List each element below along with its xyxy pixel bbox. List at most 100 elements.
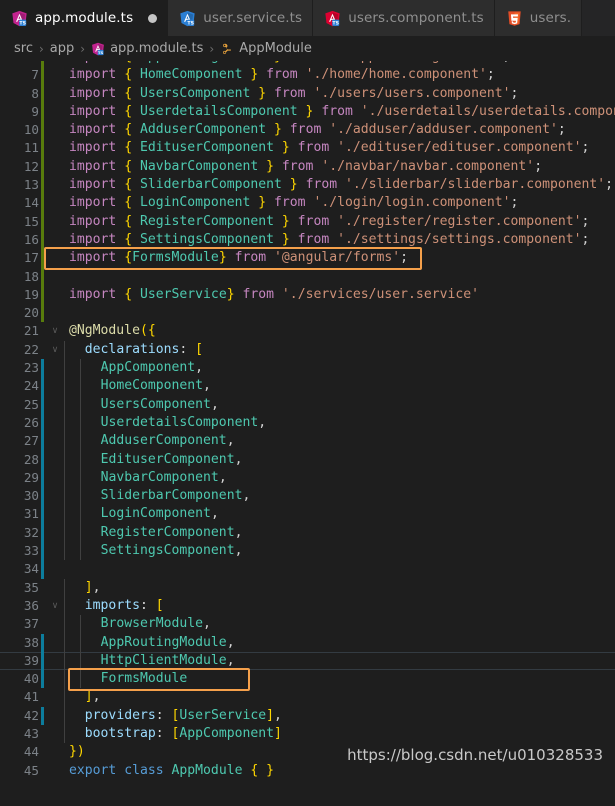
line-number: 14 bbox=[23, 195, 39, 211]
gutter-change-indicator bbox=[39, 468, 47, 488]
code-line[interactable]: 38 AppRoutingModule, bbox=[0, 633, 615, 652]
code-line[interactable]: 30 SliderbarComponent, bbox=[0, 487, 615, 506]
code-text: import { AdduserComponent } from './addu… bbox=[69, 122, 566, 138]
code-line[interactable]: 10 import { AdduserComponent } from './ad… bbox=[0, 121, 615, 140]
indent-guide bbox=[64, 395, 65, 414]
breadcrumb-item-appmodule[interactable]: AppModule bbox=[220, 41, 312, 56]
unsaved-changes-dot[interactable] bbox=[148, 13, 158, 23]
line-number: 34 bbox=[23, 561, 39, 577]
code-line[interactable]: 37 BrowserModule, bbox=[0, 615, 615, 634]
code-editor[interactable]: 6import { AppRoutingModule } from './app… bbox=[0, 61, 615, 806]
editor-tab-label: user.service.ts bbox=[203, 10, 303, 26]
code-line[interactable]: 8 import { UsersComponent } from './users… bbox=[0, 84, 615, 103]
code-line[interactable]: 27 AdduserComponent, bbox=[0, 432, 615, 451]
indent-guide bbox=[64, 450, 65, 469]
code-line[interactable]: 40 FormsModule bbox=[0, 670, 615, 689]
editor-tab-bar: TS app.module.ts TS user.service.ts TS users.… bbox=[0, 0, 615, 36]
code-text: FormsModule bbox=[63, 670, 615, 689]
code-line[interactable]: 28 EdituserComponent, bbox=[0, 450, 615, 469]
code-text: bootstrap: [AppComponent] bbox=[63, 724, 615, 744]
gutter-change-indicator bbox=[39, 688, 47, 706]
code-line[interactable]: 29 NavbarComponent, bbox=[0, 468, 615, 488]
indent-guide bbox=[64, 651, 65, 671]
code-line[interactable]: 45 export class AppModule { } bbox=[0, 762, 615, 780]
code-line[interactable]: 22 ∨ declarations: [ bbox=[0, 340, 615, 360]
line-number: 25 bbox=[23, 396, 39, 412]
code-line[interactable]: 31 LoginComponent, bbox=[0, 505, 615, 524]
line-number: 41 bbox=[23, 689, 39, 705]
code-text: import { NavbarComponent } from './navba… bbox=[69, 158, 543, 174]
line-number: 11 bbox=[23, 140, 39, 156]
gutter-change-indicator bbox=[39, 523, 47, 543]
code-line[interactable]: 17 import {FormsModule} from '@angular/fo… bbox=[0, 249, 615, 268]
gutter-change-indicator bbox=[39, 487, 47, 506]
line-number: 45 bbox=[23, 762, 39, 778]
code-line[interactable]: 20 bbox=[0, 304, 615, 323]
code-line[interactable]: 12 import { NavbarComponent } from './nav… bbox=[0, 157, 615, 177]
gutter-change-indicator bbox=[39, 706, 47, 725]
editor-tab-user-service-ts[interactable]: TS user.service.ts bbox=[168, 0, 314, 36]
code-line[interactable]: 43 bootstrap: [AppComponent] bbox=[0, 724, 615, 744]
code-line[interactable]: 25 UsersComponent, bbox=[0, 395, 615, 414]
editor-tab-users-[interactable]: users. bbox=[494, 0, 583, 36]
code-line[interactable]: 42 providers: [UserService], bbox=[0, 706, 615, 725]
indent-guide bbox=[64, 542, 65, 561]
code-line[interactable]: 23 AppComponent, bbox=[0, 359, 615, 378]
code-line[interactable]: 14 import { LoginComponent } from './logi… bbox=[0, 194, 615, 213]
code-line[interactable]: 34 bbox=[0, 560, 615, 579]
gutter-change-indicator bbox=[39, 377, 47, 396]
breadcrumb-item-src[interactable]: src bbox=[14, 41, 33, 56]
code-lines[interactable]: 6import { AppRoutingModule } from './app… bbox=[0, 61, 615, 780]
code-text: import {FormsModule} from '@angular/form… bbox=[69, 250, 409, 266]
line-number: 31 bbox=[23, 506, 39, 522]
code-text: SliderbarComponent, bbox=[63, 487, 615, 506]
breadcrumb-item-app-module-ts[interactable]: TS app.module.ts bbox=[91, 41, 203, 56]
code-line[interactable]: 32 RegisterComponent, bbox=[0, 523, 615, 543]
code-line[interactable]: 16 import { SettingsComponent } from './s… bbox=[0, 230, 615, 250]
code-line[interactable]: 9 import { UserdetailsComponent } from '.… bbox=[0, 102, 615, 122]
code-line[interactable]: 18 bbox=[0, 267, 615, 286]
gutter-change-indicator bbox=[39, 84, 47, 103]
code-text: export class AppModule { } bbox=[69, 762, 275, 778]
code-text: import { EdituserComponent } from './edi… bbox=[69, 140, 590, 156]
breadcrumb-item-app[interactable]: app bbox=[50, 41, 74, 56]
code-line[interactable]: 35 ], bbox=[0, 578, 615, 597]
fold-chevron-icon[interactable]: ∨ bbox=[47, 322, 63, 340]
code-line[interactable]: 15 import { RegisterComponent } from './r… bbox=[0, 212, 615, 231]
code-line[interactable]: 19 import { UserService} from './services… bbox=[0, 285, 615, 305]
breadcrumb-label: app.module.ts bbox=[110, 41, 204, 56]
code-text: LoginComponent, bbox=[63, 505, 615, 524]
line-number: 38 bbox=[23, 634, 39, 650]
breadcrumb-label: AppModule bbox=[239, 41, 312, 56]
code-line[interactable]: 26 UserdetailsComponent, bbox=[0, 413, 615, 433]
fold-chevron-icon[interactable]: ∨ bbox=[47, 597, 63, 615]
editor-tab-app-module-ts[interactable]: TS app.module.ts bbox=[0, 0, 169, 36]
gutter-change-indicator bbox=[39, 505, 47, 524]
editor-tab-label: users.component.ts bbox=[348, 10, 484, 26]
editor-tab-users-component-ts[interactable]: TS users.component.ts bbox=[313, 0, 495, 36]
code-text: ], bbox=[63, 688, 615, 707]
code-text: EdituserComponent, bbox=[63, 450, 615, 469]
line-number: 18 bbox=[23, 268, 39, 284]
code-line[interactable]: 24 HomeComponent, bbox=[0, 377, 615, 396]
gutter-change-indicator bbox=[39, 542, 47, 561]
line-number: 28 bbox=[23, 451, 39, 467]
svg-text:TS: TS bbox=[333, 20, 340, 26]
code-line[interactable]: 7 import { HomeComponent } from './home/h… bbox=[0, 66, 615, 85]
code-line[interactable]: 21 ∨ @NgModule({ bbox=[0, 322, 615, 340]
code-text: import { UserdetailsComponent } from './… bbox=[69, 103, 615, 119]
line-number: 15 bbox=[23, 213, 39, 229]
line-number: 24 bbox=[23, 378, 39, 394]
indent-guide bbox=[64, 505, 65, 524]
gutter-change-indicator bbox=[39, 139, 47, 158]
code-text: import { UsersComponent } from './users/… bbox=[69, 85, 519, 101]
code-line[interactable]: 41 ], bbox=[0, 688, 615, 707]
fold-chevron-icon[interactable]: ∨ bbox=[47, 341, 63, 359]
code-line[interactable]: 33 SettingsComponent, bbox=[0, 542, 615, 561]
code-line[interactable]: 11 import { EdituserComponent } from './e… bbox=[0, 139, 615, 158]
indent-guide bbox=[64, 487, 65, 506]
code-line[interactable]: 13 import { SliderbarComponent } from './… bbox=[0, 176, 615, 195]
code-line[interactable]: 39 HttpClientModule, bbox=[0, 651, 615, 671]
code-line[interactable]: 36 ∨ imports: [ bbox=[0, 596, 615, 616]
indent-guide bbox=[64, 468, 65, 488]
